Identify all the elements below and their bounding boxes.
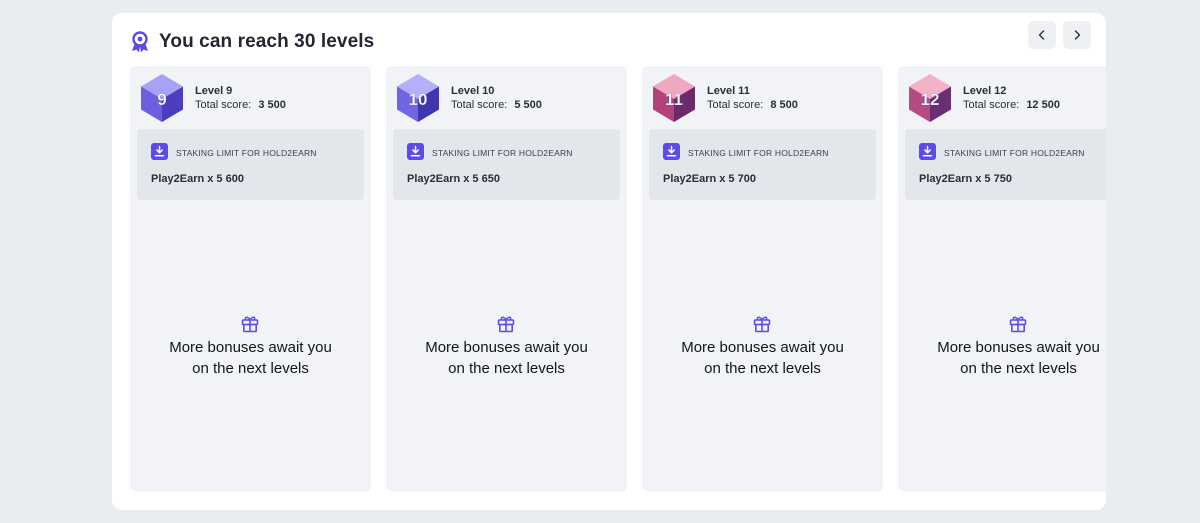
download-icon [919,143,936,160]
level-number: 10 [409,90,428,109]
level-number: 11 [665,90,683,109]
total-score: Total score: 5 500 [451,99,542,111]
staking-limit-box: STAKING LIMIT FOR HOLD2EARN Play2Earn x … [393,129,620,200]
bonus-line-2: on the next levels [960,360,1077,377]
level-badge: 12 [909,74,951,122]
bonus-message: More bonuses await you on the next level… [130,337,371,379]
level-card-12: 12 Level 12 Total score: 12 500 STAKING … [898,66,1106,492]
staking-limit-label: STAKING LIMIT FOR HOLD2EARN [176,148,317,158]
score-label: Total score: [707,99,764,111]
panel-header: You can reach 30 levels [130,29,374,55]
score-label: Total score: [963,99,1020,111]
bonus-line-2: on the next levels [448,360,565,377]
bonus-line-1: More bonuses await you [425,339,588,356]
level-card-9: 9 Level 9 Total score: 3 500 STAKING LIM… [130,66,371,492]
gift-icon [1009,316,1027,333]
download-icon [663,143,680,160]
bonus-line-2: on the next levels [192,360,309,377]
score-label: Total score: [195,99,252,111]
prev-button[interactable] [1028,21,1056,49]
bonus-line-1: More bonuses await you [169,339,332,356]
level-number: 12 [921,90,940,109]
level-cards-carousel: 9 Level 9 Total score: 3 500 STAKING LIM… [130,66,1106,492]
download-icon [151,143,168,160]
staking-limit-label: STAKING LIMIT FOR HOLD2EARN [688,148,829,158]
gift-icon [241,316,259,333]
levels-panel: You can reach 30 levels 9 Level 9 Total … [112,13,1106,510]
total-score: Total score: 8 500 [707,99,798,111]
staking-limit-value: Play2Earn x 5 700 [663,173,756,185]
medal-icon [132,31,148,53]
staking-limit-value: Play2Earn x 5 750 [919,173,1012,185]
total-score: Total score: 3 500 [195,99,286,111]
chevron-left-icon [1038,30,1045,40]
level-name: Level 9 [195,85,233,97]
bonus-line-1: More bonuses await you [681,339,844,356]
score-value: 5 500 [514,99,542,111]
level-card-10: 10 Level 10 Total score: 5 500 STAKING L… [386,66,627,492]
bonus-message: More bonuses await you on the next level… [642,337,883,379]
next-button[interactable] [1063,21,1091,49]
chevron-right-icon [1074,30,1081,40]
score-value: 12 500 [1026,99,1060,111]
score-value: 8 500 [770,99,798,111]
gift-icon [753,316,771,333]
staking-limit-value: Play2Earn x 5 650 [407,173,500,185]
gift-icon [497,316,515,333]
bonus-line-2: on the next levels [704,360,821,377]
bonus-message: More bonuses await you on the next level… [386,337,627,379]
page-title: You can reach 30 levels [159,31,375,52]
level-name: Level 11 [707,85,750,97]
level-badge: 9 [141,74,183,122]
score-value: 3 500 [258,99,286,111]
staking-limit-box: STAKING LIMIT FOR HOLD2EARN Play2Earn x … [649,129,876,200]
staking-limit-box: STAKING LIMIT FOR HOLD2EARN Play2Earn x … [905,129,1106,200]
staking-limit-label: STAKING LIMIT FOR HOLD2EARN [432,148,573,158]
download-icon [407,143,424,160]
staking-limit-label: STAKING LIMIT FOR HOLD2EARN [944,148,1085,158]
score-label: Total score: [451,99,508,111]
level-name: Level 10 [451,85,495,97]
total-score: Total score: 12 500 [963,99,1060,111]
staking-limit-value: Play2Earn x 5 600 [151,173,244,185]
level-badge: 11 [653,74,695,122]
bonus-message: More bonuses await you on the next level… [898,337,1106,379]
level-card-11: 11 Level 11 Total score: 8 500 STAKING L… [642,66,883,492]
level-number: 9 [157,90,166,109]
level-badge: 10 [397,74,439,122]
level-name: Level 12 [963,85,1007,97]
staking-limit-box: STAKING LIMIT FOR HOLD2EARN Play2Earn x … [137,129,364,200]
bonus-line-1: More bonuses await you [937,339,1100,356]
